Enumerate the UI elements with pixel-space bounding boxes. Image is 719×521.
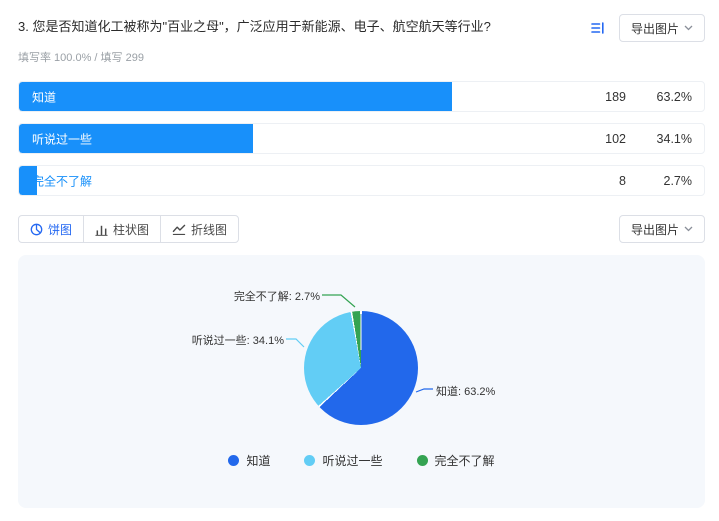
legend-dot <box>228 455 240 466</box>
tab-label: 饼图 <box>48 222 73 237</box>
pie-chart-panel: 知道: 63.2% 听说过一些: 34.1% 完全不了解: 2.7% 知道 听说… <box>18 255 705 508</box>
pie-leader-lines <box>286 294 433 393</box>
legend-item-none[interactable]: 完全不了解 <box>416 452 495 469</box>
option-bar <box>19 82 452 111</box>
question-title: 3. 您是否知道化工被称为"百业之母"，广泛应用于新能源、电子、航空航天等行业? <box>18 19 491 34</box>
pie-annotation-heard-some: 听说过一些: 34.1% <box>191 335 284 347</box>
option-count: 189 <box>605 89 626 104</box>
option-label: 听说过一些 <box>32 132 93 146</box>
pie-annotation-none: 完全不了解: 2.7% <box>233 291 320 303</box>
pie-annotation-know: 知道: 63.2% <box>436 386 496 398</box>
tab-label: 柱状图 <box>113 222 150 237</box>
option-count: 8 <box>619 173 626 188</box>
question-header: 3. 您是否知道化工被称为"百业之母"，广泛应用于新能源、电子、航空航天等行业?… <box>18 14 705 42</box>
header-actions: 导出图片 <box>589 14 705 42</box>
chart-toolbar: 饼图 柱状图 折线图 导出图片 <box>18 215 705 243</box>
legend-item-heard-some[interactable]: 听说过一些 <box>304 452 383 469</box>
legend-dot <box>416 455 428 466</box>
chart-type-tabs: 饼图 柱状图 折线图 <box>18 215 240 243</box>
option-percent: 63.2% <box>656 89 692 104</box>
option-label: 完全不了解 <box>32 174 93 188</box>
sort-order-icon[interactable] <box>589 19 607 37</box>
survey-question-result-card: 3. 您是否知道化工被称为"百业之母"，广泛应用于新能源、电子、航空航天等行业?… <box>0 0 719 508</box>
chevron-down-icon <box>684 25 693 31</box>
legend-label: 听说过一些 <box>322 454 383 468</box>
chart-legend: 知道 听说过一些 完全不了解 <box>18 452 705 469</box>
option-row[interactable]: 完全不了解 8 2.7% <box>18 165 705 196</box>
export-image-button[interactable]: 导出图片 <box>618 14 705 42</box>
legend-dot <box>304 455 316 466</box>
legend-label: 知道 <box>246 454 271 468</box>
option-label: 知道 <box>32 90 57 104</box>
option-row[interactable]: 知道 189 63.2% <box>18 81 705 112</box>
option-rows: 知道 189 63.2% 听说过一些 102 34.1% 完全不了解 8 2.7… <box>18 81 705 196</box>
tab-bar-chart[interactable]: 柱状图 <box>83 215 162 243</box>
fill-rate-stats: 填写率 100.0% / 填写 299 <box>18 52 144 64</box>
legend-item-know[interactable]: 知道 <box>228 452 270 469</box>
tab-line-chart[interactable]: 折线图 <box>160 215 240 243</box>
option-row[interactable]: 听说过一些 102 34.1% <box>18 123 705 154</box>
legend-label: 完全不了解 <box>434 454 495 468</box>
export-image-button[interactable]: 导出图片 <box>618 215 705 243</box>
pie-chart-icon <box>30 223 43 235</box>
export-image-label: 导出图片 <box>630 222 679 237</box>
export-image-label: 导出图片 <box>630 21 679 36</box>
option-count: 102 <box>605 131 626 146</box>
tab-label: 折线图 <box>191 222 228 237</box>
option-percent: 2.7% <box>663 173 693 188</box>
chevron-down-icon <box>684 226 693 232</box>
option-percent: 34.1% <box>656 131 692 146</box>
line-chart-icon <box>172 224 186 235</box>
tab-pie-chart[interactable]: 饼图 <box>18 215 85 243</box>
bar-chart-icon <box>95 225 108 236</box>
